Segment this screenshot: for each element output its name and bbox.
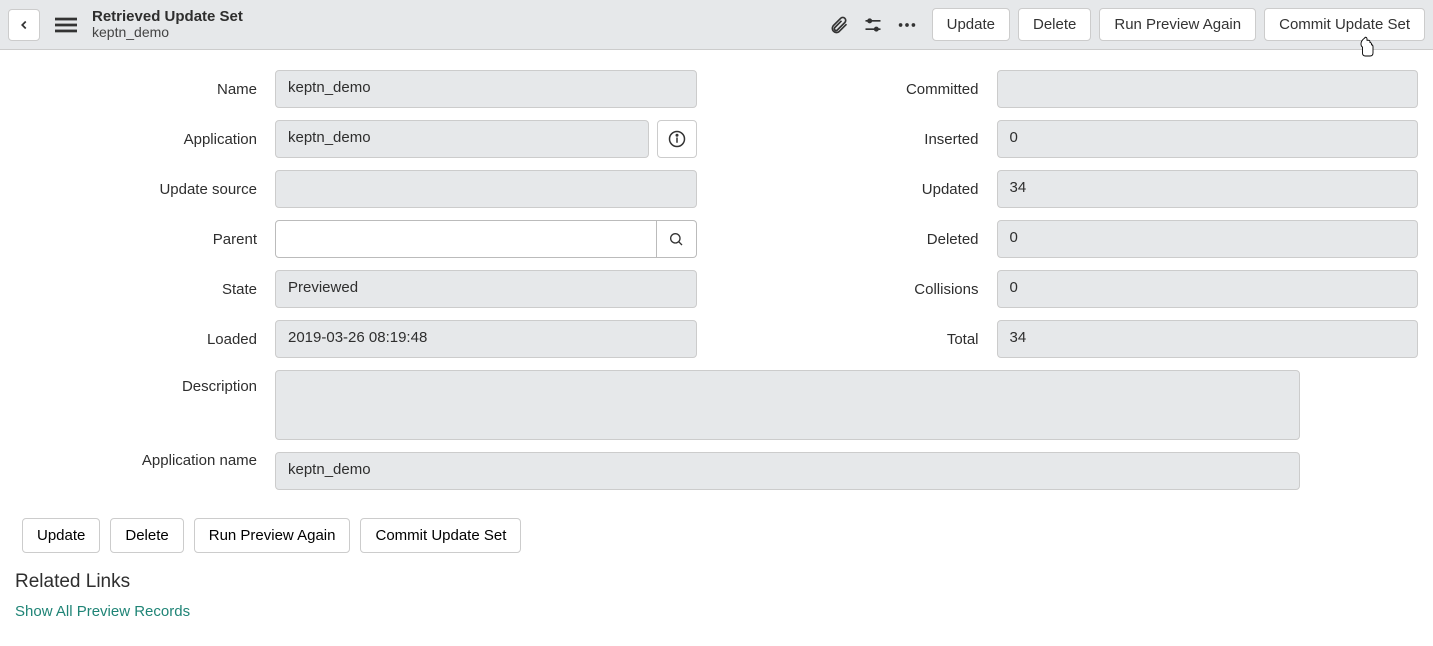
chevron-left-icon bbox=[17, 18, 31, 32]
parent-lookup-button[interactable] bbox=[657, 220, 697, 258]
application-name-field[interactable]: keptn_demo bbox=[275, 452, 1300, 490]
header-bar: Retrieved Update Set keptn_demo Update D… bbox=[0, 0, 1433, 50]
state-label: State bbox=[15, 281, 275, 298]
info-icon bbox=[668, 130, 686, 148]
related-links-section: Related Links Show All Preview Records bbox=[0, 553, 1433, 620]
application-info-button[interactable] bbox=[657, 120, 697, 158]
update-button-bottom[interactable]: Update bbox=[22, 518, 100, 553]
update-button[interactable]: Update bbox=[932, 8, 1010, 41]
page-title: Retrieved Update Set bbox=[92, 9, 243, 26]
name-label: Name bbox=[15, 81, 275, 98]
name-field[interactable]: keptn_demo bbox=[275, 70, 697, 108]
right-column: Committed Inserted 0 Updated 34 Deleted … bbox=[737, 70, 1419, 370]
deleted-field[interactable]: 0 bbox=[997, 220, 1419, 258]
run-preview-again-button[interactable]: Run Preview Again bbox=[1099, 8, 1256, 41]
application-label: Application bbox=[15, 131, 275, 148]
show-all-preview-records-link[interactable]: Show All Preview Records bbox=[15, 603, 190, 620]
page-subtitle: keptn_demo bbox=[92, 25, 243, 40]
committed-label: Committed bbox=[737, 81, 997, 98]
description-field[interactable] bbox=[275, 370, 1300, 440]
personalize-form-button[interactable] bbox=[856, 8, 890, 42]
run-preview-again-button-bottom[interactable]: Run Preview Again bbox=[194, 518, 351, 553]
paperclip-icon bbox=[829, 15, 849, 35]
committed-field[interactable] bbox=[997, 70, 1419, 108]
update-source-label: Update source bbox=[15, 181, 275, 198]
deleted-label: Deleted bbox=[737, 231, 997, 248]
commit-update-set-button-bottom[interactable]: Commit Update Set bbox=[360, 518, 521, 553]
menu-icon bbox=[55, 14, 77, 36]
total-label: Total bbox=[737, 331, 997, 348]
application-name-label: Application name bbox=[15, 452, 275, 469]
inserted-label: Inserted bbox=[737, 131, 997, 148]
back-button[interactable] bbox=[8, 9, 40, 41]
related-links-heading: Related Links bbox=[15, 571, 1433, 593]
more-options-button[interactable] bbox=[890, 8, 924, 42]
delete-button[interactable]: Delete bbox=[1018, 8, 1091, 41]
delete-button-bottom[interactable]: Delete bbox=[110, 518, 183, 553]
sliders-icon bbox=[863, 15, 883, 35]
state-field[interactable]: Previewed bbox=[275, 270, 697, 308]
form-body: Name keptn_demo Application keptn_demo U… bbox=[0, 50, 1433, 512]
application-field[interactable]: keptn_demo bbox=[275, 120, 649, 158]
left-column: Name keptn_demo Application keptn_demo U… bbox=[15, 70, 697, 370]
collisions-field[interactable]: 0 bbox=[997, 270, 1419, 308]
more-horizontal-icon bbox=[896, 14, 918, 36]
search-icon bbox=[668, 231, 684, 247]
loaded-field[interactable]: 2019-03-26 08:19:48 bbox=[275, 320, 697, 358]
updated-field[interactable]: 34 bbox=[997, 170, 1419, 208]
attachments-button[interactable] bbox=[822, 8, 856, 42]
context-menu-button[interactable] bbox=[52, 11, 80, 39]
inserted-field[interactable]: 0 bbox=[997, 120, 1419, 158]
total-field[interactable]: 34 bbox=[997, 320, 1419, 358]
parent-field[interactable] bbox=[275, 220, 657, 258]
parent-label: Parent bbox=[15, 231, 275, 248]
commit-update-set-button[interactable]: Commit Update Set bbox=[1264, 8, 1425, 41]
update-source-field[interactable] bbox=[275, 170, 697, 208]
bottom-button-bar: Update Delete Run Preview Again Commit U… bbox=[0, 512, 1433, 553]
page-title-block: Retrieved Update Set keptn_demo bbox=[92, 9, 243, 41]
loaded-label: Loaded bbox=[15, 331, 275, 348]
description-label: Description bbox=[15, 370, 275, 395]
updated-label: Updated bbox=[737, 181, 997, 198]
collisions-label: Collisions bbox=[737, 281, 997, 298]
